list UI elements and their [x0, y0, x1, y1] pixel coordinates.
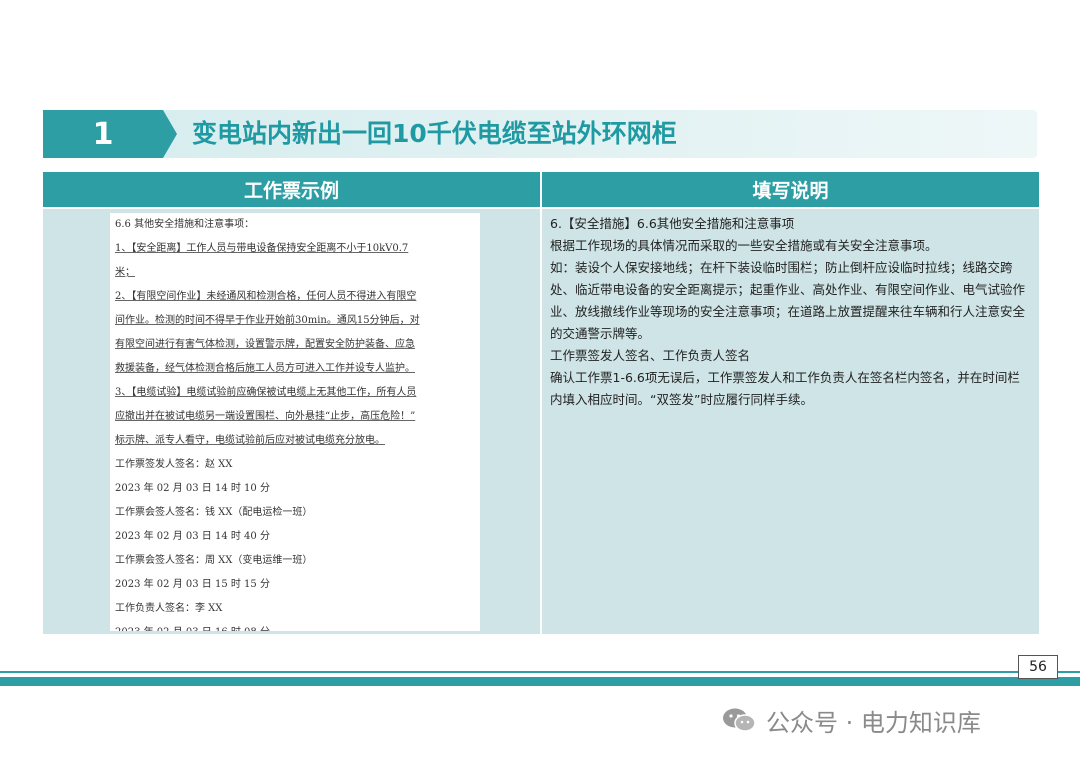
- explanation-cell: 6.【安全措施】6.6其他安全措施和注意事项 根据工作现场的具体情况而采取的一些…: [542, 209, 1039, 634]
- explanation-line: 根据工作现场的具体情况而采取的一些安全措施或有关安全注意事项。: [550, 238, 938, 253]
- doc-line: 间作业。检测的时间不得早于作业开始前30min。通风15分钟后，对: [115, 315, 420, 326]
- explanation-line: 6.【安全措施】6.6其他安全措施和注意事项: [550, 216, 795, 231]
- doc-line: 有限空间进行有害气体检测，设置警示牌，配置安全防护装备、应急: [115, 339, 415, 350]
- watermark-text: 公众号 · 电力知识库: [766, 708, 981, 737]
- doc-line: 标示牌、派专人看守，电缆试验前后应对被试电缆充分放电。: [115, 435, 385, 446]
- right-header: 填写说明: [542, 172, 1039, 207]
- doc-line: 1、【安全距离】工作人员与带电设备保持安全距离不小于10kV0.7: [115, 243, 409, 254]
- explanation-line: 如：装设个人保安接地线；在杆下装设临时围栏；防止倒杆应设临时拉线；线路交跨处、临…: [550, 260, 1026, 341]
- footer-band: [0, 677, 1080, 686]
- explanation-line: 工作票签发人签名、工作负责人签名: [550, 348, 751, 363]
- watermark: 公众号 · 电力知识库: [722, 700, 981, 740]
- doc-line: 3、【电缆试验】电缆试验前应确保被试电缆上无其他工作，所有人员: [115, 387, 417, 398]
- wechat-icon: [722, 707, 756, 733]
- doc-line: 工作票签发人签名：赵 XX: [115, 459, 233, 470]
- doc-line: 工作票会签人签名：钱 XX（配电运检一班）: [115, 507, 313, 518]
- doc-line: 工作票会签人签名：周 XX（变电运维一班）: [115, 555, 313, 566]
- footer-line: [0, 671, 1080, 673]
- doc-line: 米；: [115, 267, 135, 278]
- doc-line: 2、【有限空间作业】未经通风和检测合格，任何人员不得进入有限空: [115, 291, 417, 302]
- doc-line: 2023 年 02 月 03 日 15 时 15 分: [115, 579, 270, 590]
- doc-line: 工作负责人签名：李 XX: [115, 603, 223, 614]
- slide-number: 1: [43, 110, 163, 158]
- left-header: 工作票示例: [43, 172, 540, 207]
- explanation-text: 6.【安全措施】6.6其他安全措施和注意事项 根据工作现场的具体情况而采取的一些…: [550, 213, 1032, 411]
- content-table: 工作票示例 填写说明 6.6 其他安全措施和注意事项： 1、【安全距离】工作人员…: [43, 172, 1039, 634]
- doc-line: 6.6 其他安全措施和注意事项：: [115, 219, 255, 230]
- doc-line: 救援装备，经气体检测合格后施工人员方可进入工作并设专人监护。: [115, 363, 415, 374]
- page-number: 56: [1018, 655, 1058, 679]
- example-document: 6.6 其他安全措施和注意事项： 1、【安全距离】工作人员与带电设备保持安全距离…: [110, 213, 480, 631]
- doc-line: 2023 年 02 月 03 日 16 时 08 分: [115, 621, 475, 631]
- slide-title: 变电站内新出一回10千伏电缆至站外环网柜: [192, 119, 677, 148]
- doc-line: 2023 年 02 月 03 日 14 时 40 分: [115, 531, 270, 542]
- doc-line: 应撤出并在被试电缆另一端设置围栏、向外悬挂“止步，高压危险！”: [115, 411, 416, 422]
- example-cell: 6.6 其他安全措施和注意事项： 1、【安全距离】工作人员与带电设备保持安全距离…: [43, 209, 540, 634]
- doc-line: 2023 年 02 月 03 日 14 时 10 分: [115, 483, 270, 494]
- title-arrow: [163, 110, 177, 158]
- explanation-line: 确认工作票1-6.6项无误后，工作票签发人和工作负责人在签名栏内签名，并在时间栏…: [550, 370, 1020, 407]
